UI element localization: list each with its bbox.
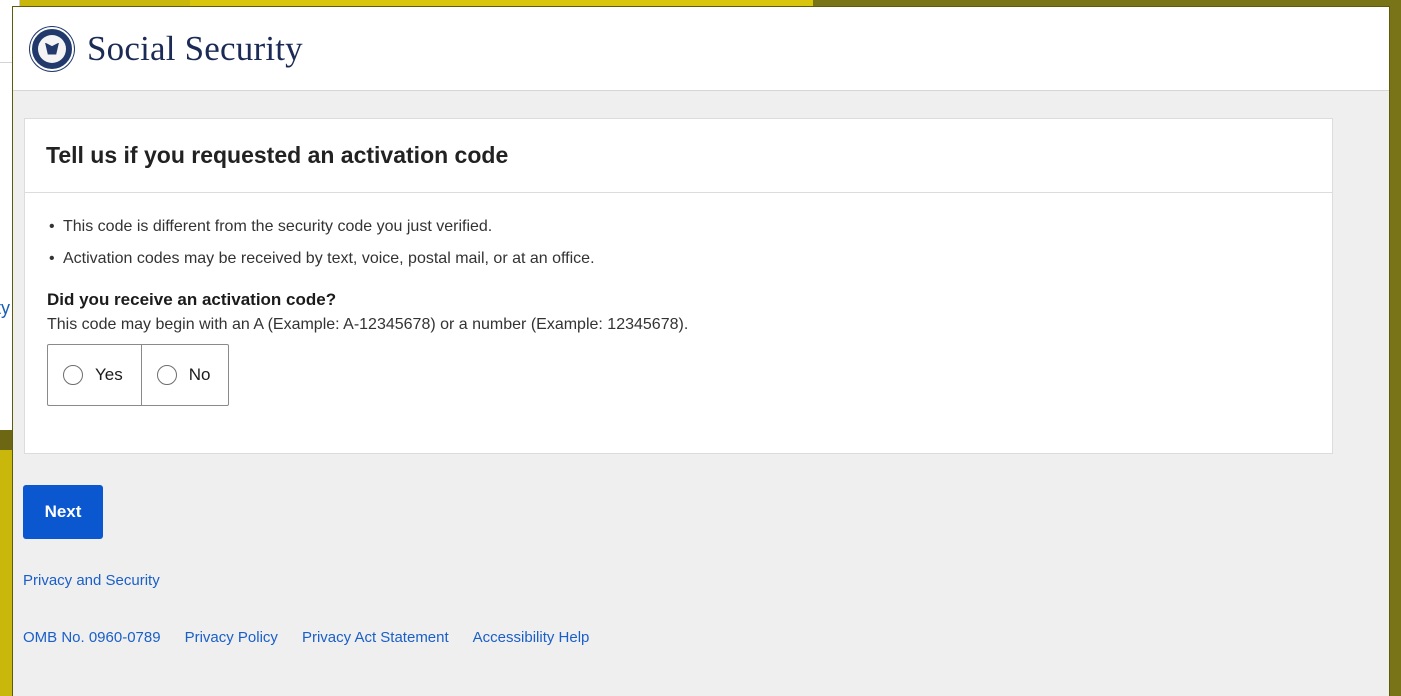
- card-body: • This code is different from the securi…: [25, 193, 1332, 406]
- activation-code-card: Tell us if you requested an activation c…: [24, 118, 1333, 454]
- eagle-icon: [45, 42, 59, 55]
- activation-code-radio-group: Yes No: [47, 344, 230, 406]
- omb-number-link[interactable]: OMB No. 0960-0789: [23, 629, 161, 646]
- next-button[interactable]: Next: [23, 485, 103, 539]
- footer: OMB No. 0960-0789 Privacy Policy Privacy…: [23, 629, 589, 646]
- question-hint: This code may begin with an A (Example: …: [47, 316, 689, 333]
- radio-yes-input[interactable]: [63, 365, 83, 385]
- radio-option-yes[interactable]: Yes: [48, 345, 141, 405]
- brand-title[interactable]: Social Security: [87, 29, 303, 69]
- list-item: • Activation codes may be received by te…: [47, 249, 1332, 269]
- bullet-icon: •: [49, 218, 55, 235]
- ssa-seal-icon[interactable]: [30, 26, 74, 71]
- ssa-window: Social Security Tell us if you requested…: [12, 6, 1390, 696]
- question-label: Did you receive an activation code?: [47, 290, 337, 309]
- card-title: Tell us if you requested an activation c…: [46, 142, 509, 168]
- radio-option-no[interactable]: No: [140, 345, 229, 405]
- privacy-policy-link[interactable]: Privacy Policy: [185, 629, 278, 646]
- site-header: Social Security: [13, 7, 1389, 91]
- bullet-icon: •: [49, 250, 55, 267]
- accessibility-help-link[interactable]: Accessibility Help: [473, 629, 590, 646]
- radio-yes-label[interactable]: Yes: [95, 365, 123, 385]
- list-item-text: This code is different from the security…: [63, 218, 493, 235]
- seal-center: [38, 34, 66, 63]
- list-item-text: Activation codes may be received by text…: [63, 250, 595, 267]
- radio-no-label[interactable]: No: [189, 365, 211, 385]
- background-link-fragment[interactable]: ty: [0, 298, 10, 319]
- card-header: Tell us if you requested an activation c…: [25, 119, 1332, 193]
- list-item: • This code is different from the securi…: [47, 217, 1332, 237]
- privacy-act-statement-link[interactable]: Privacy Act Statement: [302, 629, 449, 646]
- info-list: • This code is different from the securi…: [47, 217, 1332, 269]
- privacy-and-security-link[interactable]: Privacy and Security: [23, 572, 160, 589]
- radio-no-input[interactable]: [156, 365, 177, 385]
